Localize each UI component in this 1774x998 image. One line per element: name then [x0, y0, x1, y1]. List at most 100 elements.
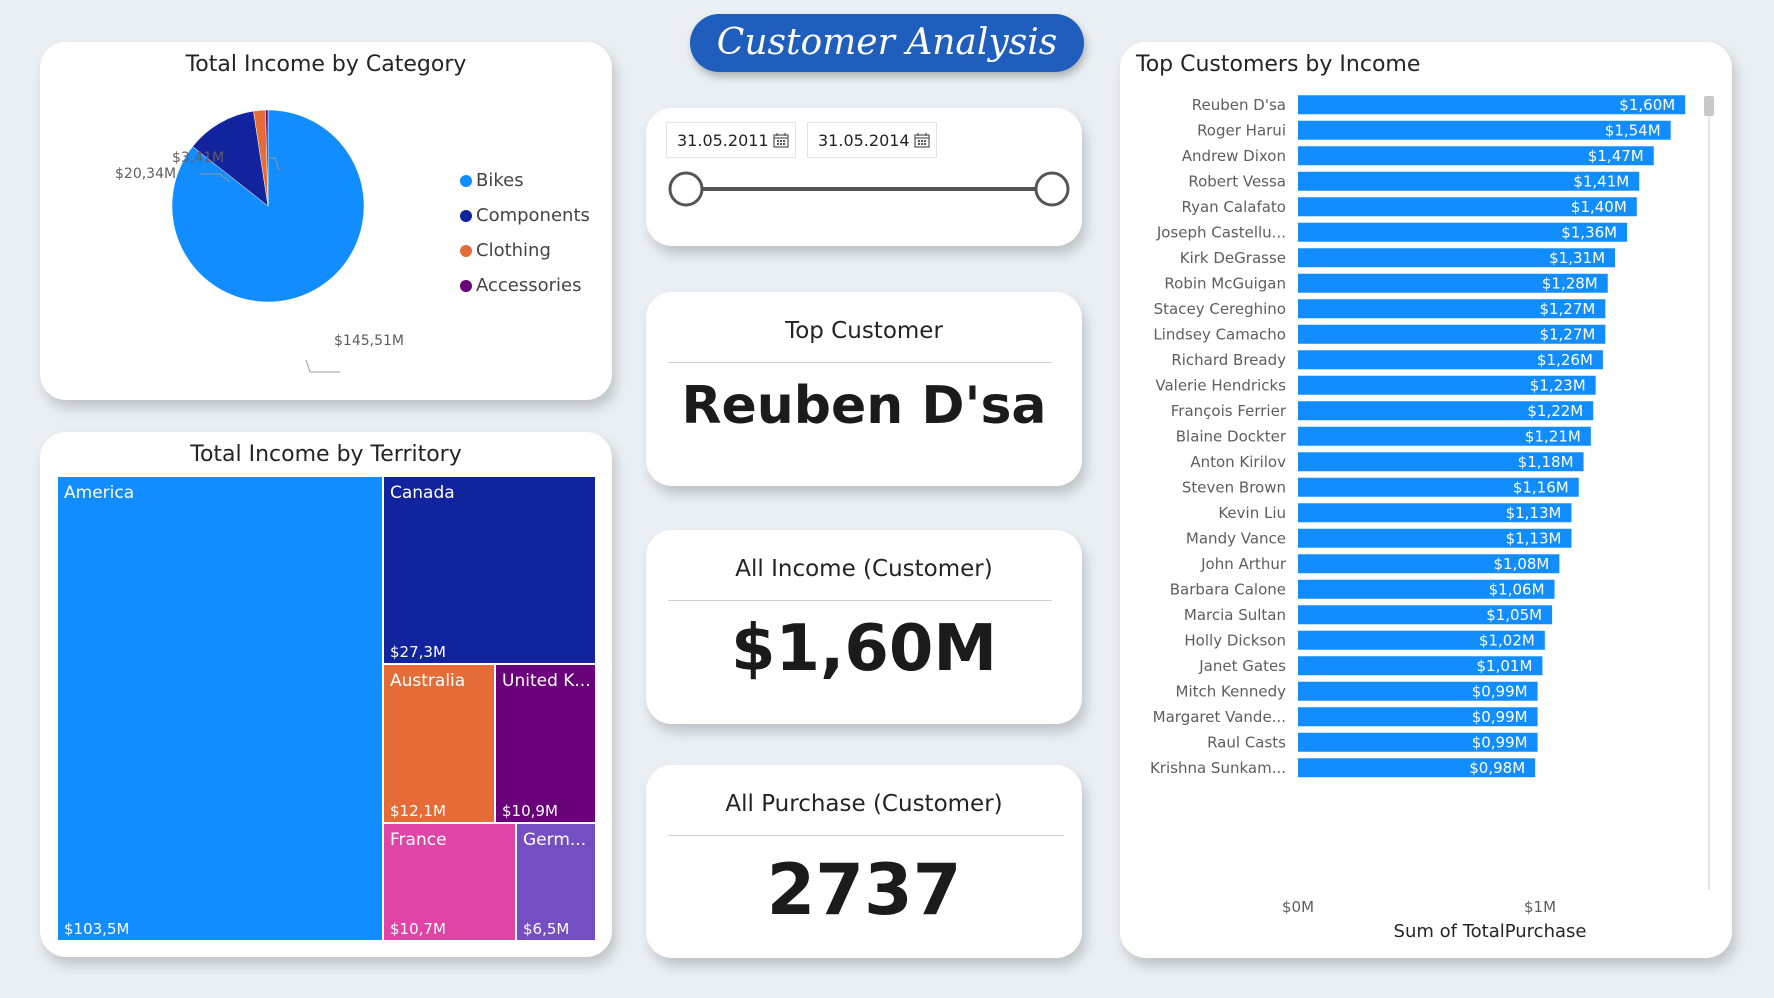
pie-leader-bikes: [305, 359, 340, 373]
data-label: $0,99M: [1472, 733, 1528, 751]
data-label: $1,18M: [1518, 453, 1574, 471]
all-purchase-card: All Purchase (Customer) 2737: [646, 765, 1082, 958]
legend-label-bikes: Bikes: [476, 170, 524, 191]
category-label: Raul Casts: [1207, 733, 1286, 751]
tile-france[interactable]: France $10,7M: [383, 823, 516, 941]
all-income-card: All Income (Customer) $1,60M: [646, 530, 1082, 724]
category-label: Andrew Dixon: [1182, 147, 1286, 165]
data-label: $1,60M: [1619, 96, 1675, 114]
category-label: Robin McGuigan: [1164, 274, 1286, 292]
data-label: $1,16M: [1513, 478, 1569, 496]
data-label: $1,26M: [1537, 351, 1593, 369]
data-label: $1,22M: [1527, 402, 1583, 420]
data-label: $1,54M: [1605, 121, 1661, 139]
legend-item-components[interactable]: Components: [460, 205, 590, 226]
category-label: Barbara Calone: [1170, 580, 1286, 598]
category-label: Krishna Sunkam...: [1150, 759, 1286, 777]
legend-dot-components: [460, 210, 472, 222]
data-label: $1,27M: [1539, 325, 1595, 343]
start-date-input[interactable]: 31.05.2011: [666, 122, 796, 158]
legend-dot-bikes: [460, 175, 472, 187]
data-label: $1,01M: [1477, 657, 1533, 675]
date-range-slicer: 31.05.2011 31.05.2014: [646, 108, 1082, 246]
tile-canada-value: $27,3M: [390, 643, 446, 661]
divider: [668, 835, 1064, 836]
all-purchase-title: All Purchase (Customer): [725, 791, 1003, 817]
legend-dot-accessories: [460, 280, 472, 292]
data-label: $0,98M: [1469, 759, 1525, 777]
data-label: $1,02M: [1479, 631, 1535, 649]
slider-start-handle[interactable]: [668, 171, 704, 207]
data-label: $1,28M: [1542, 274, 1598, 292]
legend-label-accessories: Accessories: [476, 275, 582, 296]
tile-australia[interactable]: Australia $12,1M: [383, 664, 495, 823]
category-label: Ryan Calafato: [1181, 198, 1286, 216]
category-label: Valerie Hendricks: [1155, 376, 1286, 394]
category-label: Kirk DeGrasse: [1180, 249, 1286, 267]
category-label: Robert Vessa: [1188, 172, 1286, 190]
pie-label-bikes: $145,51M: [334, 333, 404, 349]
category-label: Mitch Kennedy: [1176, 682, 1287, 700]
tile-australia-name: Australia: [390, 671, 466, 691]
treemap-card: Total Income by Territory America $103,5…: [40, 432, 612, 957]
data-label: $1,21M: [1525, 427, 1581, 445]
x-tick-label: $0M: [1282, 898, 1314, 916]
divider: [668, 600, 1052, 601]
data-label: $1,05M: [1486, 606, 1542, 624]
legend-item-accessories[interactable]: Accessories: [460, 275, 582, 296]
tile-america[interactable]: America $103,5M: [57, 476, 383, 941]
tile-uk-value: $10,9M: [502, 802, 558, 820]
x-axis-label: Sum of TotalPurchase: [1394, 921, 1587, 942]
pie-label-components: $20,34M: [115, 166, 176, 182]
tile-canada-name: Canada: [390, 483, 455, 503]
data-label: $0,99M: [1472, 682, 1528, 700]
divider: [668, 362, 1052, 363]
tile-united-kingdom[interactable]: United K... $10,9M: [495, 664, 596, 823]
pie-chart-card: Total Income by Category $145,51M $20,34…: [40, 42, 612, 400]
scrollbar-thumb[interactable]: [1704, 96, 1714, 116]
category-label: John Arthur: [1200, 555, 1287, 573]
category-label: Margaret Vande...: [1153, 708, 1286, 726]
data-label: $0,99M: [1472, 708, 1528, 726]
data-label: $1,23M: [1530, 376, 1586, 394]
tile-france-name: France: [390, 830, 447, 850]
data-label: $1,13M: [1506, 529, 1562, 547]
tile-france-value: $10,7M: [390, 920, 446, 938]
category-label: Reuben D'sa: [1192, 96, 1286, 114]
top-customer-value: Reuben D'sa: [681, 376, 1047, 436]
data-label: $1,41M: [1573, 172, 1629, 190]
data-label: $1,36M: [1561, 223, 1617, 241]
start-date-value: 31.05.2011: [677, 131, 769, 150]
end-date-value: 31.05.2014: [818, 131, 910, 150]
category-label: Roger Harui: [1197, 121, 1286, 139]
page-title: Customer Analysis: [690, 14, 1084, 72]
data-label: $1,27M: [1539, 300, 1595, 318]
legend-label-clothing: Clothing: [476, 240, 551, 261]
pie-label-clothing: $3,41M: [172, 150, 224, 166]
category-label: Anton Kirilov: [1190, 453, 1286, 471]
tile-germany-value: $6,5M: [523, 920, 570, 938]
calendar-icon[interactable]: [773, 132, 789, 148]
tile-germany[interactable]: Germ... $6,5M: [516, 823, 596, 941]
category-label: Janet Gates: [1198, 657, 1286, 675]
legend-item-clothing[interactable]: Clothing: [460, 240, 551, 261]
end-date-input[interactable]: 31.05.2014: [807, 122, 937, 158]
slider-end-handle[interactable]: [1034, 171, 1070, 207]
data-label: $1,40M: [1571, 198, 1627, 216]
category-label: Joseph Castellu...: [1156, 223, 1286, 241]
calendar-icon[interactable]: [914, 132, 930, 148]
top-customers-bar-card: Top Customers by Income Reuben D'sa $1,60…: [1120, 42, 1732, 958]
category-label: Marcia Sultan: [1184, 606, 1286, 624]
data-label: $1,08M: [1493, 555, 1549, 573]
tile-canada[interactable]: Canada $27,3M: [383, 476, 596, 664]
tile-america-name: America: [64, 483, 135, 503]
category-label: Holly Dickson: [1184, 631, 1286, 649]
all-income-title: All Income (Customer): [735, 556, 993, 582]
legend-item-bikes[interactable]: Bikes: [460, 170, 524, 191]
category-label: Stacey Cereghino: [1154, 300, 1286, 318]
category-label: François Ferrier: [1171, 402, 1287, 420]
top-customers-bar-chart[interactable]: Reuben D'sa $1,60M Roger Harui $1,54M Andrew…: [1120, 42, 1732, 958]
x-tick-label: $1M: [1524, 898, 1556, 916]
category-label: Kevin Liu: [1218, 504, 1286, 522]
tile-germany-name: Germ...: [523, 830, 587, 850]
